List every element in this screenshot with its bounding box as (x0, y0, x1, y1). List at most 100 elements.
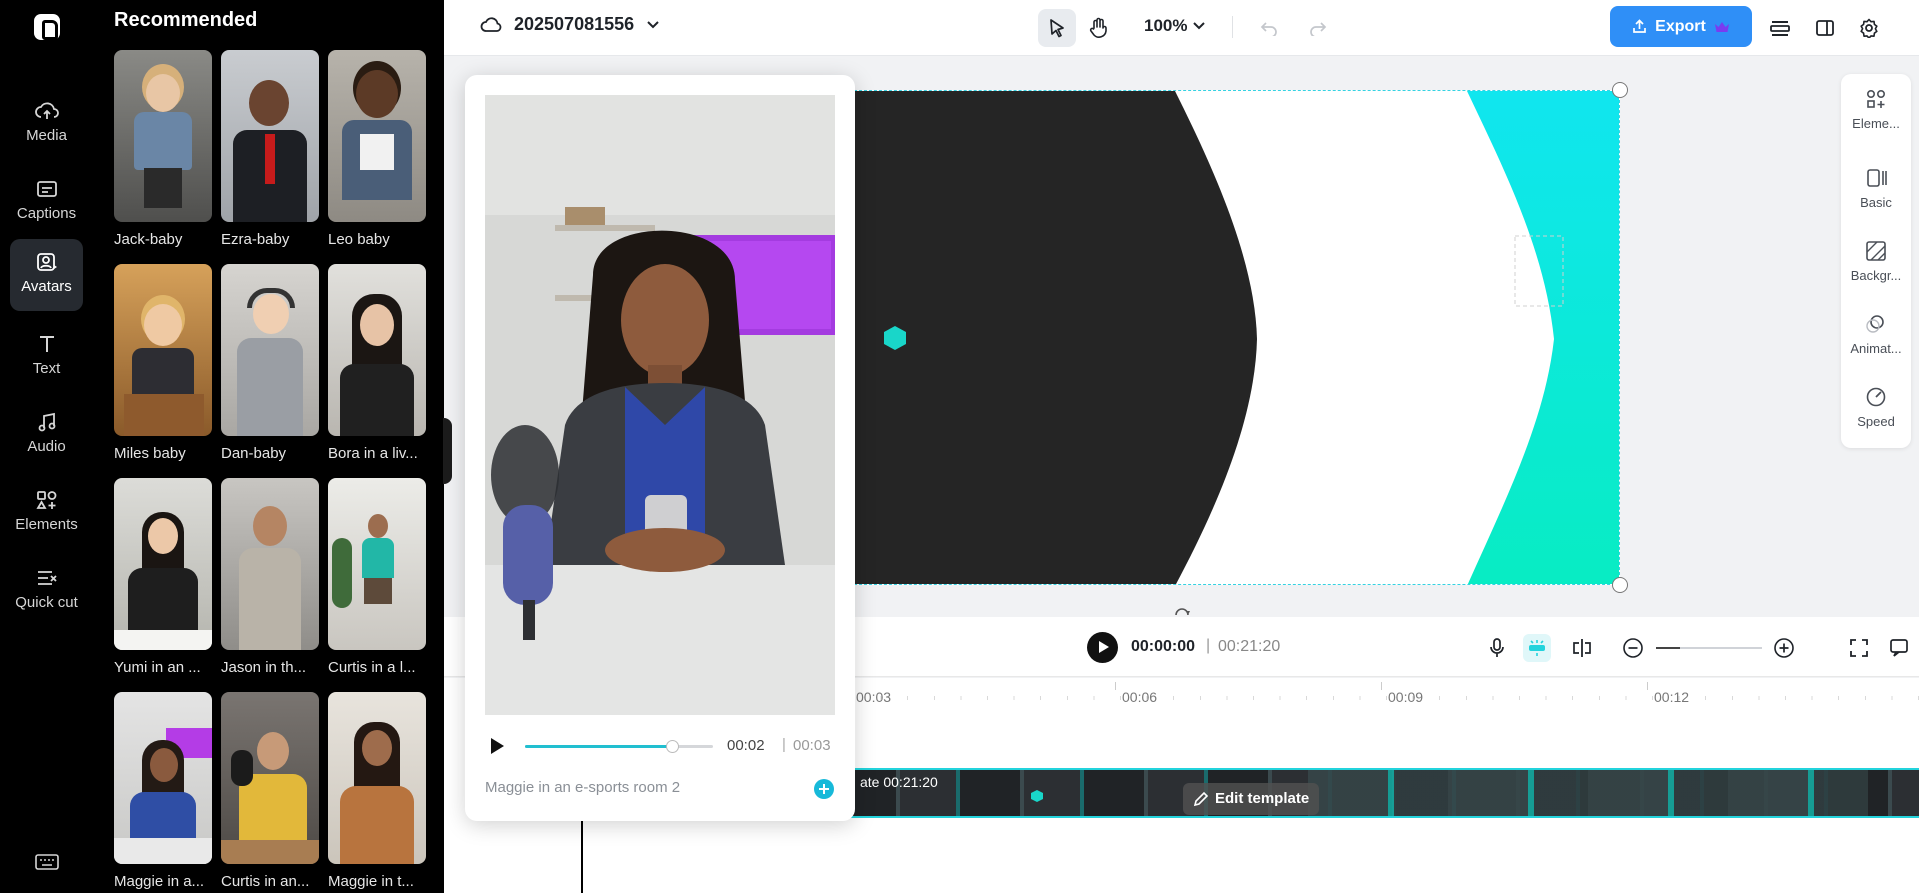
avatar-thumbnail (328, 50, 426, 222)
video-canvas[interactable] (854, 90, 1620, 585)
preview-progress-bar[interactable] (525, 740, 713, 753)
timecode-separator: | (1206, 637, 1211, 654)
zoom-out-button[interactable] (1619, 634, 1647, 662)
rail-item-label: Elements (15, 516, 78, 533)
background-icon (1866, 241, 1886, 261)
ruler-tick (1381, 682, 1382, 690)
avatars-panel: Recommended Jack-baby Ezra-baby Leo baby… (94, 0, 444, 893)
undo-icon (1260, 22, 1277, 36)
resize-handle[interactable] (1612, 577, 1628, 593)
avatar-label: Ezra-baby (221, 231, 290, 248)
add-avatar-button[interactable] (814, 779, 834, 799)
current-timecode: 00:00:00 (1131, 638, 1196, 655)
app-logo[interactable] (34, 14, 60, 40)
preview-play-icon[interactable] (489, 737, 505, 755)
speed-icon (1866, 387, 1886, 407)
avatar-card[interactable]: Jason in th... (221, 478, 319, 676)
avatar-card[interactable]: Ezra-baby (221, 50, 319, 248)
avatar-card[interactable]: Maggie in t... (328, 692, 426, 890)
rail-item-quick-cut[interactable]: Quick cut (10, 555, 83, 645)
export-button[interactable]: Export (1610, 6, 1752, 47)
rail-item-avatars[interactable]: Avatars (10, 239, 83, 311)
prop-animation[interactable]: Animat... (1841, 313, 1911, 356)
prop-speed[interactable]: Speed (1841, 386, 1911, 429)
pointer-icon (1050, 19, 1064, 38)
edit-template-label: Edit template (1215, 790, 1310, 807)
quick-cut-icon (37, 571, 57, 585)
avatar-card[interactable]: Leo baby (328, 50, 426, 248)
avatar-thumbnail (221, 692, 319, 864)
project-switcher[interactable]: 202507081556 (480, 14, 660, 35)
template-graphic (855, 91, 1619, 584)
ruler-tick (1647, 682, 1648, 690)
keyboard-icon[interactable] (35, 853, 59, 871)
export-label: Export (1655, 17, 1706, 35)
panel-collapse-handle[interactable] (443, 418, 452, 484)
auto-snap-button[interactable] (1523, 634, 1551, 662)
zoom-level: 100% (1144, 16, 1188, 35)
rail-item-media[interactable]: Media (10, 88, 83, 160)
avatar-label: Jack-baby (114, 231, 183, 248)
prop-label: Basic (1860, 195, 1892, 210)
split-button[interactable] (1568, 634, 1596, 662)
prop-label: Speed (1857, 414, 1895, 429)
microphone-button[interactable] (1483, 634, 1511, 662)
chevron-down-icon (647, 20, 659, 28)
prop-basic[interactable]: Basic (1841, 167, 1911, 210)
left-rail: Media Captions Avatars Text Audio Elemen… (0, 0, 94, 893)
layers-button[interactable] (1761, 9, 1799, 47)
avatar-card[interactable]: Jack-baby (114, 50, 212, 248)
clip-filmstrip-segment (1308, 770, 1868, 816)
prop-background[interactable]: Backgr... (1841, 240, 1911, 283)
fullscreen-button[interactable] (1845, 634, 1873, 662)
rail-item-audio[interactable]: Audio (10, 399, 83, 471)
rail-item-text[interactable]: Text (10, 321, 83, 393)
resize-handle[interactable] (1612, 82, 1628, 98)
ruler-minor-ticks (854, 696, 1919, 700)
prop-elements[interactable]: Eleme... (1841, 88, 1911, 131)
crown-icon (1714, 21, 1729, 32)
zoom-dropdown[interactable]: 100% (1144, 16, 1206, 36)
avatar-card[interactable]: Bora in a liv... (328, 264, 426, 462)
avatar-thumbnail (114, 692, 212, 864)
redo-button[interactable] (1299, 9, 1337, 47)
avatar-label: Jason in th... (221, 659, 307, 676)
avatar-label: Maggie in t... (328, 873, 414, 890)
timeline-zoom-slider[interactable] (1656, 647, 1762, 649)
play-button[interactable] (1087, 632, 1118, 663)
cloud-upload-icon (34, 102, 59, 119)
avatar-card[interactable]: Curtis in a l... (328, 478, 426, 676)
avatar-card[interactable]: Miles baby (114, 264, 212, 462)
avatar-thumbnail (221, 478, 319, 650)
avatar-card[interactable]: Yumi in an ... (114, 478, 212, 676)
avatar-preview-video[interactable] (485, 95, 835, 715)
avatar-label: Bora in a liv... (328, 445, 418, 462)
avatar-thumbnail (114, 50, 212, 222)
avatar-preview-image (485, 95, 835, 715)
preview-progress-knob[interactable] (665, 740, 679, 753)
undo-button[interactable] (1250, 9, 1288, 47)
avatar-card[interactable]: Dan-baby (221, 264, 319, 462)
preview-progress-fill (525, 745, 672, 748)
rail-item-label: Media (26, 127, 67, 144)
zoom-in-button[interactable] (1770, 634, 1798, 662)
prop-label: Backgr... (1850, 268, 1902, 283)
feedback-button[interactable] (1885, 634, 1913, 662)
edit-template-button[interactable]: Edit template (1183, 783, 1320, 815)
avatar-card[interactable]: Curtis in an... (221, 692, 319, 890)
settings-button[interactable] (1850, 9, 1888, 47)
rail-item-captions[interactable]: Captions (10, 166, 83, 238)
select-tool-button[interactable] (1038, 9, 1076, 47)
rail-item-elements[interactable]: Elements (10, 477, 83, 549)
chevron-down-icon (1193, 22, 1206, 30)
panel-toggle-button[interactable] (1806, 9, 1844, 47)
rail-item-label: Avatars (21, 278, 72, 295)
gear-icon (1860, 18, 1878, 38)
preview-total-time: 00:03 (793, 737, 831, 754)
comment-icon (1890, 639, 1908, 657)
avatar-label: Miles baby (114, 445, 186, 462)
rail-item-label: Captions (16, 205, 77, 222)
avatar-card[interactable]: Maggie in a... (114, 692, 212, 890)
hand-tool-button[interactable] (1080, 9, 1118, 47)
prop-label: Animat... (1850, 341, 1902, 356)
